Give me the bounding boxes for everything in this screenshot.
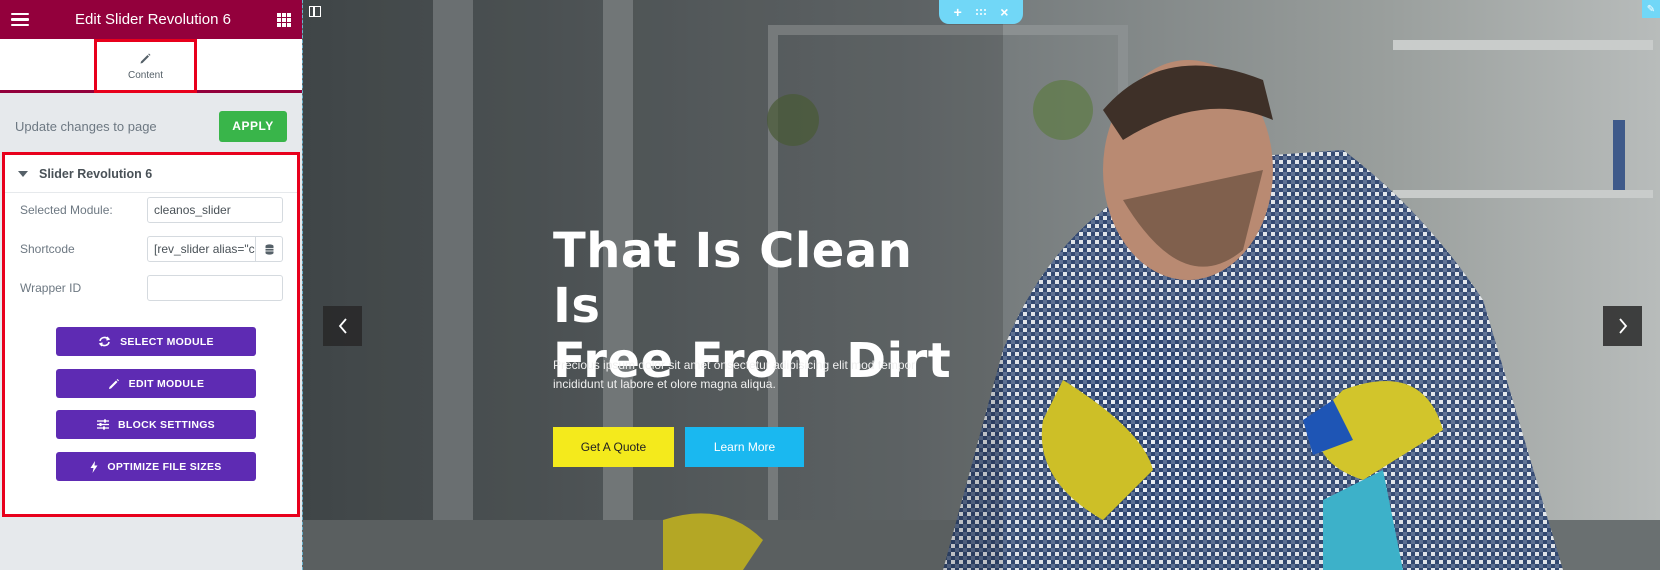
update-changes-text: Update changes to page: [15, 118, 157, 134]
sliders-icon: [97, 419, 110, 430]
selected-module-label: Selected Module:: [20, 203, 113, 217]
hero-title-line-1: That Is Clean Is: [553, 223, 913, 334]
selected-module-input[interactable]: cleanos_slider: [147, 197, 283, 223]
select-module-button[interactable]: SELECT MODULE: [56, 327, 256, 356]
hero-description: Precious ipsum dolor sit amet onsectetur…: [553, 356, 953, 394]
edit-module-label: EDIT MODULE: [128, 377, 205, 390]
apply-button[interactable]: APPLY: [219, 110, 287, 142]
optimize-file-sizes-button[interactable]: OPTIMIZE FILE SIZES: [56, 452, 256, 481]
refresh-icon: [98, 336, 111, 347]
section-title: Slider Revolution 6: [39, 166, 153, 181]
shortcode-label: Shortcode: [20, 242, 75, 256]
drag-icon[interactable]: [975, 8, 987, 16]
hamburger-icon[interactable]: [11, 13, 29, 26]
pencil-icon: [140, 53, 151, 63]
edit-widget-icon[interactable]: ✎: [1642, 0, 1660, 18]
select-module-label: SELECT MODULE: [120, 335, 214, 348]
block-settings-label: BLOCK SETTINGS: [118, 418, 215, 431]
lightning-icon: [90, 460, 98, 473]
tab-content-label: Content: [127, 69, 164, 81]
close-icon[interactable]: ×: [1000, 4, 1008, 20]
hero-description-line-1: Precious ipsum dolor sit amet onsectetur…: [553, 358, 916, 372]
slider-next-arrow[interactable]: [1603, 306, 1642, 346]
caret-down-icon: [18, 170, 28, 177]
hero-description-line-2: incididunt ut labore et olore magna aliq…: [553, 377, 776, 391]
page-preview: + × ✎ That Is Clean Is Free From Dirt Pr…: [302, 0, 1660, 570]
chevron-left-icon: [338, 318, 347, 334]
edit-module-button[interactable]: EDIT MODULE: [56, 369, 256, 398]
block-settings-button[interactable]: BLOCK SETTINGS: [56, 410, 256, 439]
learn-more-button[interactable]: Learn More: [685, 427, 804, 467]
editor-sidebar: Edit Slider Revolution 6 Content Update …: [0, 0, 302, 570]
shortcode-row: Shortcode [rev_slider alias="c: [20, 236, 286, 262]
add-icon[interactable]: +: [954, 4, 962, 20]
panel-title: Edit Slider Revolution 6: [75, 11, 231, 28]
selected-module-row: Selected Module: cleanos_slider: [20, 197, 286, 223]
wrapper-id-label: Wrapper ID: [20, 281, 82, 295]
chevron-right-icon: [1618, 318, 1627, 334]
sidebar-header: Edit Slider Revolution 6: [0, 0, 302, 39]
grid-icon[interactable]: [276, 12, 291, 27]
database-icon[interactable]: [256, 236, 283, 262]
wrapper-id-input[interactable]: [147, 275, 283, 301]
slider-revolution-section: Slider Revolution 6 Selected Module: cle…: [2, 152, 300, 517]
tab-content[interactable]: Content: [94, 39, 197, 93]
hero-background-image: [303, 0, 1660, 570]
slider-prev-arrow[interactable]: [323, 306, 362, 346]
wrapper-id-row: Wrapper ID: [20, 275, 286, 301]
section-header[interactable]: Slider Revolution 6: [5, 155, 297, 193]
optimize-label: OPTIMIZE FILE SIZES: [107, 460, 222, 473]
apply-row: Update changes to page APPLY: [0, 93, 302, 159]
pencil-icon: [108, 378, 120, 390]
shortcode-field: [rev_slider alias="c: [147, 236, 283, 262]
section-handle[interactable]: + ×: [939, 0, 1023, 24]
shortcode-input[interactable]: [rev_slider alias="c: [147, 236, 256, 262]
column-layout-icon[interactable]: [309, 6, 321, 17]
panel-tabs: Content: [0, 39, 302, 93]
get-a-quote-button[interactable]: Get A Quote: [553, 427, 674, 467]
